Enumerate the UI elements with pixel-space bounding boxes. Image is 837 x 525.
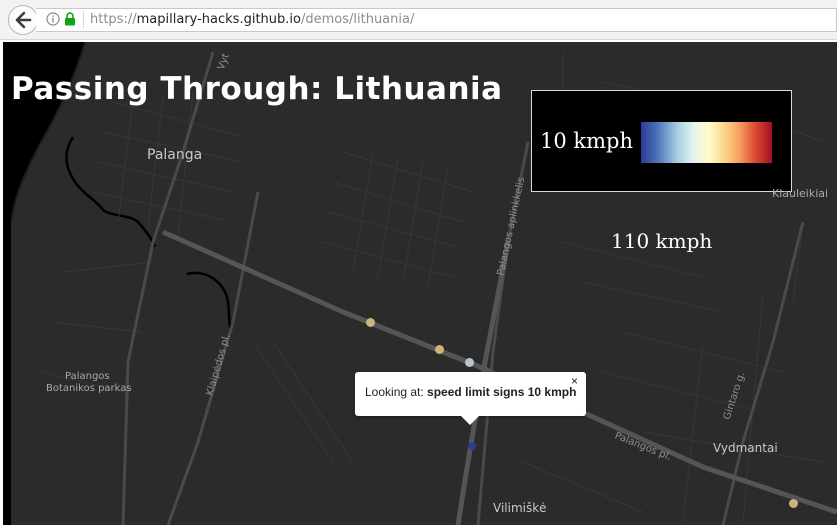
legend-min-label: 10 kmph (540, 129, 634, 153)
speed-marker[interactable] (465, 358, 474, 367)
map-title: Passing Through: Lithuania (11, 71, 503, 107)
popup-subject: speed limit signs 10 kmph (427, 385, 577, 399)
info-icon[interactable] (46, 12, 60, 26)
legend-color-ramp (641, 122, 772, 163)
back-button[interactable] (8, 5, 38, 35)
speed-marker[interactable] (366, 318, 375, 327)
map-canvas[interactable]: Passing Through: Lithuania 10 kmph 110 k… (3, 42, 837, 525)
popup-close-button[interactable]: × (571, 374, 578, 388)
speed-marker[interactable] (435, 345, 444, 354)
place-label-palangos: Palangos (65, 371, 110, 382)
place-label-vilimiske: Vilimiškė (493, 501, 547, 515)
place-label-klauleikiai: Klauleikiai (772, 187, 829, 200)
popup-tip (461, 416, 479, 425)
url-separator (83, 11, 84, 28)
place-label-botanikos-parkas: Botanikos parkas (46, 383, 132, 394)
page: Passing Through: Lithuania 10 kmph 110 k… (0, 40, 837, 525)
info-popup: Looking at: speed limit signs 10 kmph × (355, 372, 586, 416)
popup-text: Looking at: speed limit signs 10 kmph (365, 385, 576, 399)
speed-marker-selected[interactable] (468, 442, 476, 450)
legend-max-label: 110 kmph (611, 229, 713, 253)
speed-legend: 10 kmph (531, 90, 792, 192)
url-text[interactable]: https://mapillary-hacks.github.io/demos/… (90, 12, 414, 28)
url-path: /demos/lithuania/ (300, 12, 415, 27)
popup-prefix: Looking at: (365, 385, 428, 399)
speed-marker[interactable] (789, 499, 798, 508)
browser-toolbar: https://mapillary-hacks.github.io/demos/… (0, 0, 837, 40)
url-scheme: https:// (90, 12, 137, 27)
url-host: mapillary-hacks.github.io (136, 12, 301, 27)
lock-icon[interactable] (64, 12, 76, 26)
place-label-vydmantai: Vydmantai (713, 441, 778, 455)
arrow-left-icon (15, 11, 32, 29)
place-label-palanga: Palanga (147, 147, 203, 163)
